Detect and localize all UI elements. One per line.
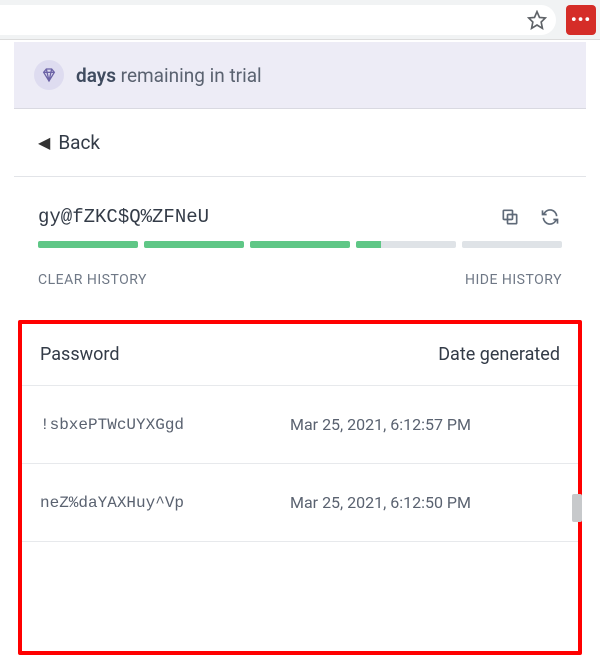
history-row-date: Mar 25, 2021, 6:12:50 PM — [290, 493, 560, 512]
browser-address-bar: ••• — [0, 0, 600, 40]
trial-banner[interactable]: days remaining in trial — [14, 42, 586, 109]
back-label: Back — [58, 131, 100, 154]
copy-icon[interactable] — [498, 205, 522, 229]
history-row-password: !sbxePTWcUYXGgd — [40, 416, 290, 434]
trial-bold: days — [76, 64, 116, 87]
table-row[interactable]: neZ%daYAXHuy^Vp Mar 25, 2021, 6:12:50 PM — [22, 464, 578, 542]
history-actions: CLEAR HISTORY HIDE HISTORY — [14, 264, 586, 304]
extension-button[interactable]: ••• — [566, 5, 596, 35]
strength-seg-2 — [144, 241, 244, 248]
bookmark-star-icon[interactable] — [526, 9, 548, 31]
trial-rest: remaining in trial — [116, 64, 262, 87]
history-row-date: Mar 25, 2021, 6:12:57 PM — [290, 415, 560, 434]
history-col-date-header: Date generated — [120, 344, 560, 365]
extension-popup: days remaining in trial ◀ Back gy@fZKC$Q… — [14, 42, 586, 655]
history-table-highlight: Password Date generated !sbxePTWcUYXGgd … — [18, 320, 582, 655]
refresh-icon[interactable] — [538, 205, 562, 229]
extension-glyph: ••• — [571, 10, 591, 29]
scrollbar-thumb[interactable] — [572, 494, 582, 522]
generated-password-row: gy@fZKC$Q%ZFNeU — [14, 177, 586, 241]
strength-meter — [14, 241, 586, 264]
history-table-header: Password Date generated — [22, 324, 578, 386]
generated-password-text: gy@fZKC$Q%ZFNeU — [38, 206, 482, 228]
strength-seg-4 — [356, 241, 456, 248]
hide-history-button[interactable]: HIDE HISTORY — [465, 272, 562, 288]
history-row-password: neZ%daYAXHuy^Vp — [40, 494, 290, 512]
diamond-icon — [34, 60, 64, 90]
clear-history-button[interactable]: CLEAR HISTORY — [38, 272, 147, 288]
url-field[interactable] — [0, 5, 556, 35]
back-button[interactable]: ◀ Back — [14, 109, 586, 177]
strength-seg-3 — [250, 241, 350, 248]
strength-seg-1 — [38, 241, 138, 248]
strength-seg-5 — [462, 241, 562, 248]
trial-text: days remaining in trial — [76, 64, 262, 87]
history-col-password-header: Password — [40, 344, 120, 365]
table-row[interactable]: !sbxePTWcUYXGgd Mar 25, 2021, 6:12:57 PM — [22, 386, 578, 464]
back-caret-icon: ◀ — [38, 133, 50, 152]
